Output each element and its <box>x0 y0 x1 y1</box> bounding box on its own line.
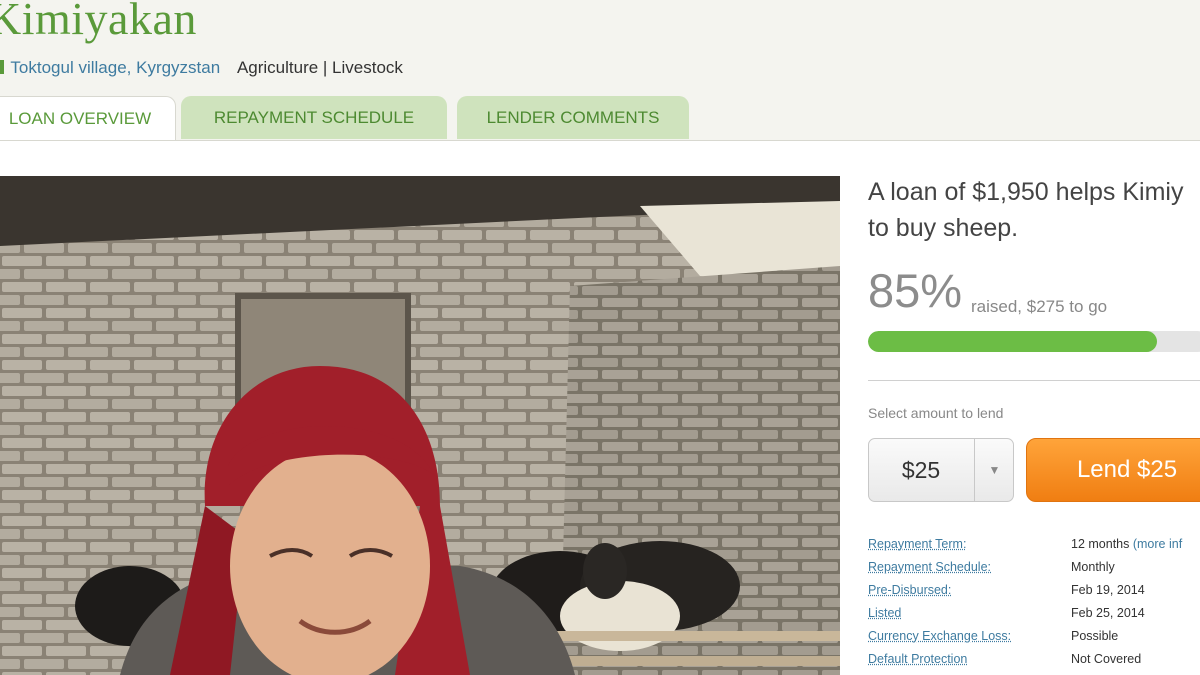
raised-text: raised, $275 to go <box>971 297 1107 317</box>
detail-key[interactable]: Currency Exchange Loss: <box>868 629 1011 643</box>
detail-value: Feb 19, 2014 <box>1071 583 1145 597</box>
location-link[interactable]: Toktogul village, Kyrgyzstan <box>10 58 220 77</box>
detail-value: Not Covered <box>1071 652 1141 666</box>
detail-value: Possible <box>1071 629 1118 643</box>
tab-bar: LOAN OVERVIEW REPAYMENT SCHEDULE LENDER … <box>0 96 1200 140</box>
chevron-down-icon[interactable]: ▼ <box>974 439 1014 501</box>
detail-value: Monthly <box>1071 560 1115 574</box>
lend-button[interactable]: Lend $25 <box>1026 438 1200 502</box>
detail-key[interactable]: Pre-Disbursed: <box>868 583 951 597</box>
select-amount-label: Select amount to lend <box>868 405 1003 421</box>
detail-key[interactable]: Repayment Term: <box>868 537 966 551</box>
loan-headline: A loan of $1,950 helps Kimiy to buy shee… <box>868 174 1200 246</box>
panel-divider <box>868 380 1200 381</box>
amount-select[interactable]: $25 ▼ <box>868 438 1014 502</box>
detail-value: 12 months (more inf <box>1071 537 1182 551</box>
main-content: A loan of $1,950 helps Kimiy to buy shee… <box>0 141 1200 675</box>
tab-lender-comments[interactable]: LENDER COMMENTS <box>457 96 689 139</box>
detail-row-pre-disbursed: Pre-Disbursed: Feb 19, 2014 <box>868 583 1200 606</box>
detail-row-default-protection: Default Protection Not Covered <box>868 652 1200 675</box>
borrower-name: Kimiyakan <box>0 0 197 45</box>
detail-row-repayment-term: Repayment Term: 12 months (more inf <box>868 537 1200 560</box>
detail-row-listed: Listed Feb 25, 2014 <box>868 606 1200 629</box>
loan-headline-line2: to buy sheep. <box>868 210 1200 246</box>
loan-headline-line1: A loan of $1,950 helps Kimiy <box>868 174 1200 210</box>
borrower-subline: Toktogul village, Kyrgyzstan Agriculture… <box>0 58 403 78</box>
progress-bar-fill <box>868 331 1157 352</box>
detail-value: Feb 25, 2014 <box>1071 606 1145 620</box>
detail-key[interactable]: Default Protection <box>868 652 967 666</box>
amount-value: $25 <box>869 439 973 501</box>
loan-panel: A loan of $1,950 helps Kimiy to buy shee… <box>868 141 1200 675</box>
sector-label: Agriculture | Livestock <box>237 58 403 77</box>
detail-row-currency-exchange: Currency Exchange Loss: Possible <box>868 629 1200 652</box>
detail-row-repayment-schedule: Repayment Schedule: Monthly <box>868 560 1200 583</box>
percent-raised: 85% <box>868 267 962 314</box>
detail-key[interactable]: Repayment Schedule: <box>868 560 991 574</box>
more-info-link[interactable]: (more inf <box>1129 537 1182 551</box>
progress-bar <box>868 331 1200 352</box>
tab-repayment-schedule[interactable]: REPAYMENT SCHEDULE <box>181 96 447 139</box>
tab-loan-overview[interactable]: LOAN OVERVIEW <box>0 96 176 141</box>
borrower-photo <box>0 176 840 675</box>
detail-key[interactable]: Listed <box>868 606 901 620</box>
page-header: Kimiyakan Toktogul village, Kyrgyzstan A… <box>0 0 1200 140</box>
location-pin-icon <box>0 60 4 74</box>
